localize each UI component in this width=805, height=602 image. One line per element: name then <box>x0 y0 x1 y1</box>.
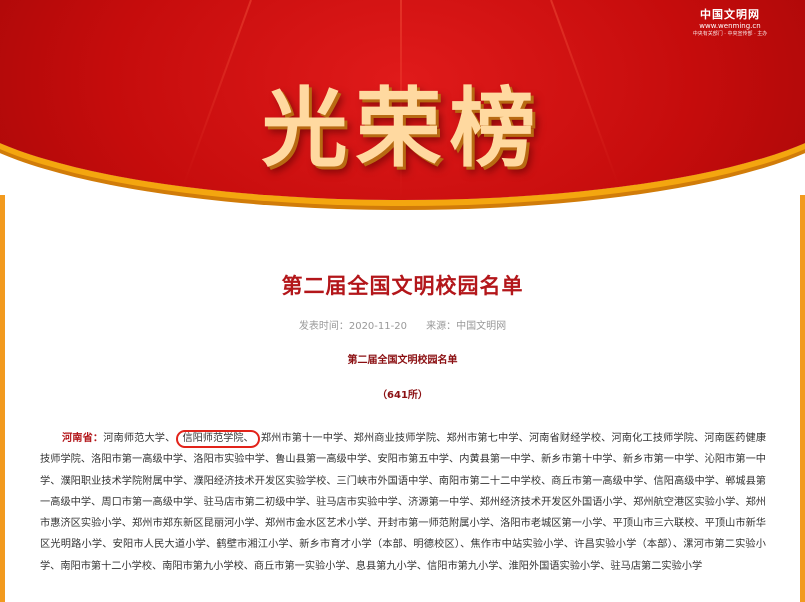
school-count: （641所） <box>377 390 428 401</box>
header-banner: 光荣榜 中国文明网 www.wenming.cn 中央有关部门 · 中央宣传部 … <box>0 0 805 215</box>
article-meta: 发表时间：2020-11-20 来源：中国文明网 <box>0 317 805 332</box>
logo-slogan: 中央有关部门 · 中央宣传部 · 主办 <box>692 31 768 37</box>
banner-title: 光荣榜 <box>261 78 544 179</box>
logo-url: www.wenming.cn <box>699 22 761 30</box>
province-label: 河南省： <box>62 433 104 444</box>
site-logo[interactable]: 中国文明网 www.wenming.cn 中央有关部门 · 中央宣传部 · 主办 <box>685 6 775 38</box>
school-list-text: 河南师范大学、 <box>103 433 176 444</box>
article-headline: 第二届全国文明校园名单 <box>281 274 524 298</box>
school-list-text: 郑州市第十一中学、郑州商业技师学院、郑州市第七中学、河南省财经学校、河南化工技师… <box>40 433 767 572</box>
publish-date: 发表时间：2020-11-20 <box>298 321 407 332</box>
article-subhead: 第二届全国文明校园名单 <box>347 355 458 366</box>
article-source: 来源：中国文明网 <box>426 321 507 332</box>
school-list-henan: 河南省：河南师范大学、 信阳师范学院、 郑州市第十一中学、郑州商业技师学院、郑州市第… <box>40 428 766 577</box>
highlighted-school: 信阳师范学院、 <box>176 430 260 448</box>
logo-name: 中国文明网 <box>700 8 760 21</box>
